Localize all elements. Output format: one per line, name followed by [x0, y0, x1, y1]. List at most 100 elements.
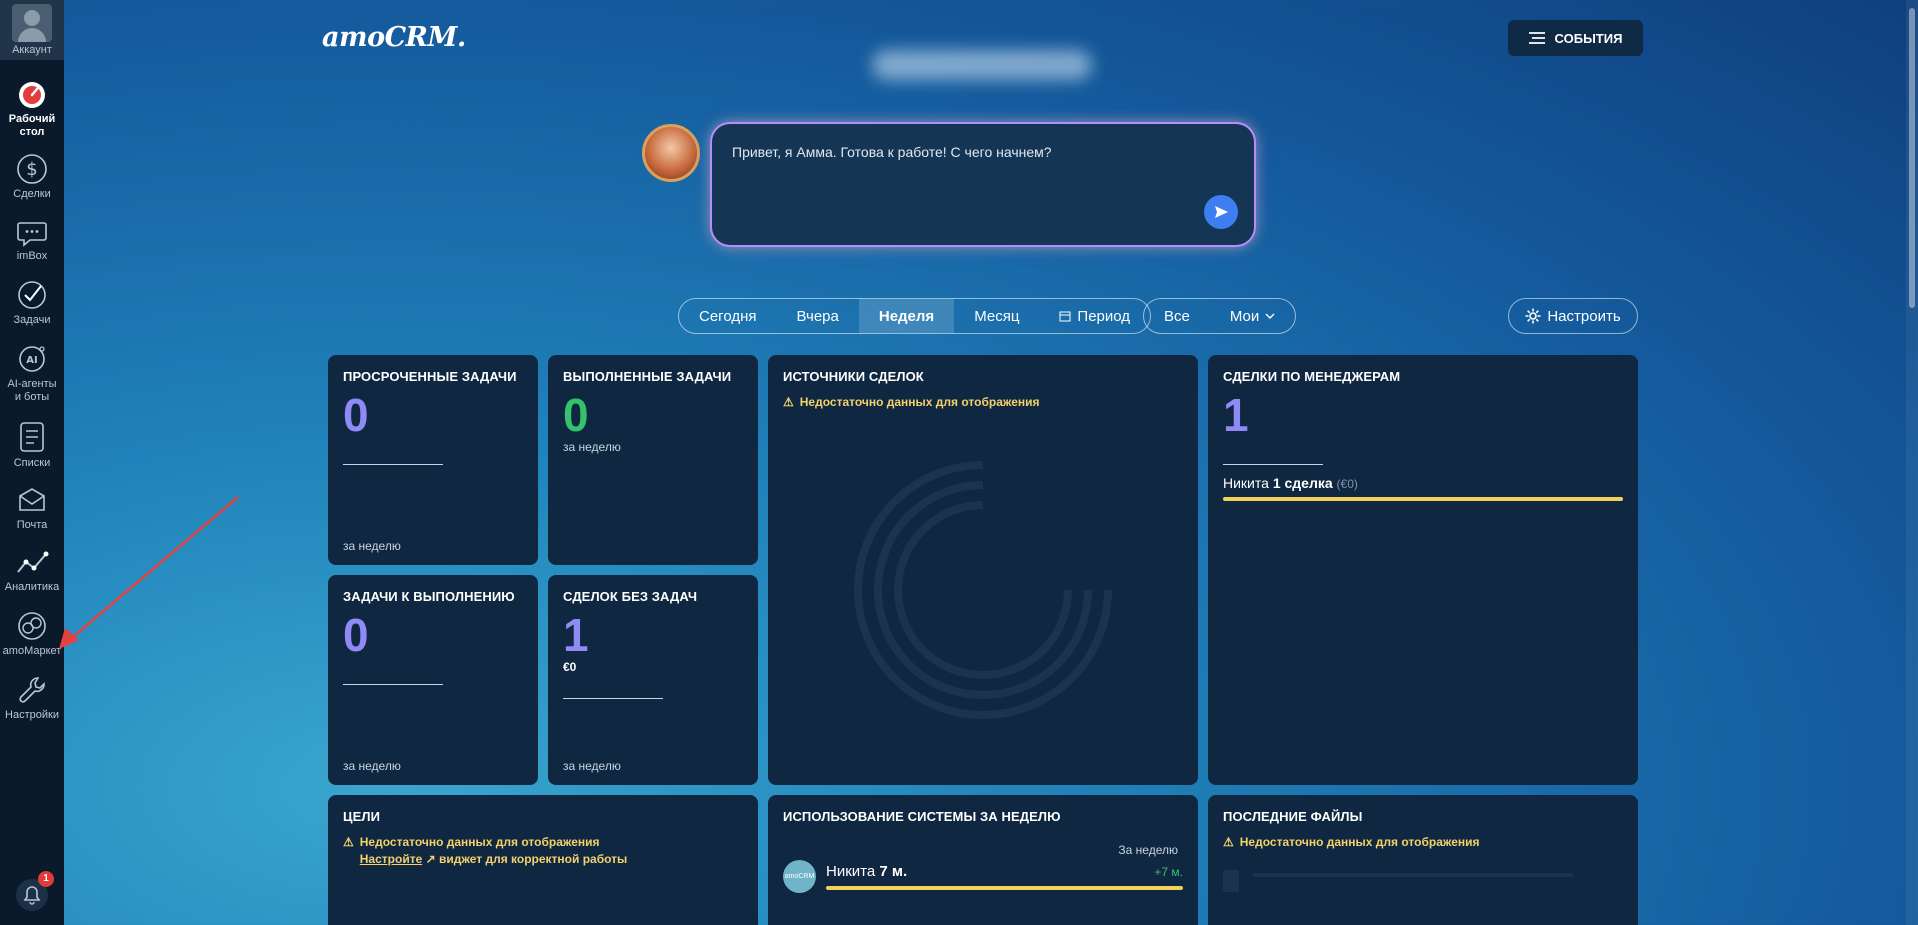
card-footer: за неделю [343, 539, 401, 553]
card-title: ИСТОЧНИКИ СДЕЛОК [783, 369, 924, 384]
filter-week[interactable]: Неделя [858, 299, 955, 333]
scope-filter: Все Мои [1143, 298, 1297, 334]
account-label: Аккаунт [12, 43, 52, 56]
dollar-icon: $ [17, 154, 47, 184]
ai-assistant-message: Привет, я Амма. Готова к работе! С чего … [732, 144, 1052, 160]
ai-assistant-input[interactable]: Привет, я Амма. Готова к работе! С чего … [712, 124, 1254, 245]
mail-icon [19, 488, 45, 511]
warning-text: Недостаточно данных для отображения [799, 395, 1040, 409]
chevron-down-icon [1265, 313, 1275, 319]
setup-button[interactable]: Настроить [1508, 298, 1638, 334]
ai-assistant-avatar [642, 124, 700, 182]
ai-icon: AI [19, 346, 45, 372]
filter-mine-label: Мои [1229, 307, 1260, 325]
file-placeholder-icon [1223, 870, 1239, 892]
period-filter: Сегодня Вчера Неделя Месяц Период [678, 298, 1152, 334]
filter-custom-period[interactable]: Период [1039, 299, 1150, 333]
overdue-tasks-card[interactable]: ПРОСРОЧЕННЫЕ ЗАДАЧИ 0 за неделю [328, 355, 538, 565]
list-icon [20, 422, 44, 452]
page-scrollbar[interactable] [1906, 0, 1918, 925]
sidebar-item-label: Настройки [5, 709, 59, 721]
sidebar-item-settings[interactable]: Настройки [0, 674, 64, 722]
sidebar-item-lists[interactable]: Списки [0, 420, 64, 470]
completed-tasks-card[interactable]: ВЫПОЛНЕННЫЕ ЗАДАЧИ 0 за неделю [548, 355, 758, 565]
warning-icon: ⚠ [343, 835, 354, 849]
card-footer: за неделю [343, 759, 401, 773]
user-avatar: amoCRM [783, 860, 816, 893]
filter-mine[interactable]: Мои [1210, 299, 1295, 333]
system-usage-card[interactable]: ИСПОЛЬЗОВАНИЕ СИСТЕМЫ ЗА НЕДЕЛЮ За недел… [768, 795, 1198, 925]
deal-sources-card[interactable]: ИСТОЧНИКИ СДЕЛОК ⚠ Недостаточно данных д… [768, 355, 1198, 785]
filter-custom-period-label: Период [1077, 307, 1131, 325]
menu-icon [1528, 32, 1545, 44]
scrollbar-thumb[interactable] [1909, 8, 1915, 308]
deals-without-tasks-card[interactable]: СДЕЛОК БЕЗ ЗАДАЧ 1 €0 за неделю [548, 575, 758, 785]
card-value: 1 [563, 609, 589, 661]
card-title: ЗАДАЧИ К ВЫПОЛНЕНИЮ [343, 589, 515, 604]
warning-text: Недостаточно данных для отображения [359, 835, 600, 849]
card-value: 0 [343, 609, 369, 661]
divider [563, 698, 663, 699]
usage-period: За неделю [1118, 843, 1178, 857]
card-title: ВЫПОЛНЕННЫЕ ЗАДАЧИ [563, 369, 732, 384]
notifications-badge: 1 [38, 871, 54, 887]
no-data-warning: ⚠ Недостаточно данных для отображения На… [343, 834, 743, 868]
dashboard-icon [19, 82, 45, 108]
send-button[interactable] [1204, 195, 1238, 229]
sidebar-item-label: Сделки [13, 188, 51, 200]
events-button[interactable]: СОБЫТИЯ [1508, 20, 1643, 56]
manager-progress-bar [1223, 497, 1623, 501]
sidebar-item-label: Аналитика [4, 581, 60, 593]
no-data-warning: ⚠ Недостаточно данных для отображения [783, 394, 1183, 411]
card-amount: €0 [563, 660, 577, 674]
divider [1223, 464, 1323, 465]
recent-files-card[interactable]: ПОСЛЕДНИЕ ФАЙЛЫ ⚠ Недостаточно данных дл… [1208, 795, 1638, 925]
tasks-to-do-card[interactable]: ЗАДАЧИ К ВЫПОЛНЕНИЮ 0 за неделю [328, 575, 538, 785]
card-title: ПОСЛЕДНИЕ ФАЙЛЫ [1223, 809, 1363, 824]
manager-row: Никита 1 сделка (€0) [1223, 475, 1623, 491]
sidebar-item-label: amoМаркет [2, 645, 62, 657]
sidebar-item-imbox[interactable]: imBox [0, 217, 64, 263]
notifications-button[interactable]: 1 [12, 871, 54, 915]
sidebar-item-label: Списки [13, 457, 51, 469]
card-title: ЦЕЛИ [343, 809, 381, 824]
account-button[interactable]: Аккаунт [0, 0, 64, 60]
calendar-icon [1059, 311, 1071, 322]
sidebar-item-label: Рабочий стол [8, 113, 56, 138]
filter-yesterday[interactable]: Вчера [777, 299, 859, 333]
manager-name: Никита [1223, 475, 1269, 491]
external-link-icon: ↗ [425, 852, 436, 866]
manager-deals: 1 сделка [1272, 475, 1333, 491]
svg-text:AI: AI [26, 355, 37, 366]
account-avatar [12, 3, 52, 42]
empty-donut-placeholder [854, 461, 1112, 719]
goals-card[interactable]: ЦЕЛИ ⚠ Недостаточно данных для отображен… [328, 795, 758, 925]
sidebar: Аккаунт Рабочий стол $ Сделки imBox Зада… [0, 0, 64, 925]
card-subtitle: за неделю [563, 440, 621, 454]
usage-progress-bar [826, 886, 1183, 890]
sidebar-item-label: Задачи [13, 314, 51, 326]
sidebar-item-dashboard[interactable]: Рабочий стол [0, 80, 64, 139]
file-placeholder-line [1253, 873, 1573, 877]
card-value: 1 [1223, 389, 1249, 441]
events-label: СОБЫТИЯ [1554, 30, 1623, 46]
sidebar-item-deals[interactable]: $ Сделки [0, 153, 64, 201]
filter-today[interactable]: Сегодня [679, 299, 776, 333]
filter-month[interactable]: Месяц [954, 299, 1039, 333]
sidebar-item-ai-agents[interactable]: AI AI-агенты и боты [0, 343, 64, 404]
manager-amount: (€0) [1336, 477, 1358, 491]
deals-by-managers-card[interactable]: СДЕЛКИ ПО МЕНЕДЖЕРАМ 1 Никита 1 сделка (… [1208, 355, 1638, 785]
usage-time: 7 м. [879, 863, 908, 880]
warning-icon: ⚠ [783, 395, 794, 409]
usage-row: amoCRM Никита 7 м. +7 м. [783, 860, 1183, 893]
card-title: СДЕЛКИ ПО МЕНЕДЖЕРАМ [1223, 369, 1401, 384]
setup-widget-link[interactable]: Настройте [360, 852, 422, 866]
sidebar-item-tasks[interactable]: Задачи [0, 279, 64, 327]
warning-icon: ⚠ [1223, 835, 1234, 849]
check-icon [18, 281, 46, 309]
setup-label: Настроить [1547, 307, 1621, 325]
warning-hint: виджет для корректной работы [439, 852, 628, 866]
market-icon [18, 612, 46, 640]
usage-user: Никита 7 м. [826, 863, 907, 880]
filter-all[interactable]: Все [1144, 299, 1210, 333]
